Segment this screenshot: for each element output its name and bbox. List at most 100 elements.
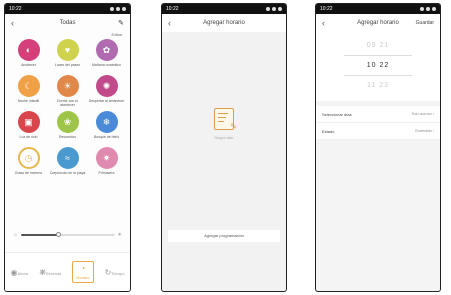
back-arrow-icon[interactable]: ‹ (322, 18, 325, 28)
back-arrow-icon[interactable]: ‹ (168, 18, 171, 28)
status-time: 10:22 (166, 6, 179, 12)
save-button[interactable]: Guardar (416, 20, 434, 26)
clock-icon: ◷ (17, 147, 40, 169)
scene-item[interactable]: ❀ Recuerdos (48, 111, 87, 143)
time-picker[interactable]: 09 21 10 22 11 23 (316, 32, 440, 101)
sunset-icon: ◐ (17, 39, 40, 61)
scene-item[interactable]: ▣ Luz de ocio (9, 111, 48, 143)
scene-item[interactable]: ✺ Despertar al amanecer (87, 75, 126, 107)
tab-content: ↻Tiempo (105, 268, 125, 277)
scene-label: Bosque de hielo (93, 135, 120, 139)
star-icon: ✷ (95, 147, 118, 169)
settings-label: Estado (322, 128, 335, 134)
flower-icon: ✿ (95, 39, 118, 61)
dawn-icon: ✺ (95, 75, 118, 97)
scene-item[interactable]: ◐ Anoitecer (9, 39, 48, 71)
timer-icon: ◔ (80, 264, 86, 273)
scene-label: Primavera (98, 171, 115, 175)
tab-label: Tiempo (111, 270, 125, 276)
page-title: Agregar horario (203, 20, 245, 26)
palette-icon: ❋ (39, 267, 46, 277)
scene-label: Dormir con el atardecer (57, 99, 78, 107)
moon-icon: ☾ (17, 75, 40, 97)
tab-horario[interactable]: ◔ Horario (72, 261, 94, 283)
edit-pencil-icon[interactable]: ✎ (118, 19, 124, 27)
scene-item[interactable]: ❄ Bosque de hielo (87, 111, 126, 143)
status-icons (266, 4, 282, 14)
settings-value: Encendido (415, 129, 432, 133)
snowflake-icon: ❄ (95, 111, 118, 133)
header: ‹ Todas ✎ (5, 14, 130, 32)
empty-document-icon: ✎ (214, 108, 237, 131)
tab-content: ❋Escenas (39, 268, 61, 277)
scene-item[interactable]: ✷ Primavera (87, 147, 126, 179)
phone-scenes-screen: 10:22 ‹ Todas ✎ Editar ◐ Anoitecer ♥ Luces … (4, 3, 131, 292)
scene-label: Luces del paseo (54, 63, 81, 67)
slider-track[interactable] (20, 232, 115, 237)
scene-label: Crepúsculo en la playa (49, 171, 86, 175)
phone-schedule-list: 10:22 ‹ Agregar horario ✎ Ningún dato Ag… (161, 3, 287, 292)
tab-content: ◔ Horario (72, 261, 94, 283)
slider-knob[interactable] (56, 232, 62, 237)
settings-row[interactable]: Seleccionar días Sólo una vez › (316, 106, 440, 123)
page-title: Todas (59, 20, 76, 26)
scene-label: Anoitecer (21, 63, 36, 67)
tab-tiempo[interactable]: ↻Tiempo (105, 268, 125, 277)
brightness-low-icon: ☼ (13, 232, 18, 238)
scene-label: Luz de ocio (19, 135, 38, 139)
brightness-slider[interactable]: ☼ ☀ (13, 231, 122, 239)
scene-item[interactable]: ✿ Mañana romántico (87, 39, 126, 71)
status-bar: 10:22 (5, 4, 130, 14)
scene-item[interactable]: ☾ Noche infantil (9, 75, 48, 107)
tab-label: Horario (76, 275, 90, 280)
phone-schedule-edit: 10:22 ‹ Agregar horario Guardar 09 21 10 … (315, 3, 441, 292)
bottom-tab-bar: ◉Ahora ❋Escenas ◔ Horario ↻Tiempo (5, 252, 130, 291)
leaf-icon: ❀ (56, 111, 79, 133)
header: ‹ Agregar horario Guardar (316, 14, 440, 32)
settings-value: Sólo una vez (411, 112, 432, 116)
scene-label: Mañana romántico (92, 63, 121, 67)
scene-item[interactable]: ◷ Gotas de invierno (9, 147, 48, 179)
back-arrow-icon[interactable]: ‹ (11, 18, 14, 28)
settings-row[interactable]: Estado Encendido › (316, 123, 440, 140)
time-picker-row[interactable]: 11 23 (316, 76, 440, 95)
status-time: 10:22 (9, 6, 22, 12)
sunrise-icon: ☀ (56, 75, 79, 97)
wave-icon: ≈ (56, 147, 79, 169)
brightness-high-icon: ☀ (117, 232, 122, 238)
time-picker-row[interactable]: 09 21 (316, 36, 440, 55)
tab-content: ◉Ahora (11, 268, 29, 277)
chevron-right-icon: › (431, 129, 434, 133)
settings-value-group: Sólo una vez › (412, 112, 434, 116)
time-picker-selected-row[interactable]: 10 22 (344, 55, 412, 76)
empty-state: ✎ Ningún dato (162, 108, 286, 140)
scene-item[interactable]: ≈ Crepúsculo en la playa (48, 147, 87, 179)
settings-list: Seleccionar días Sólo una vez › Estado Ence… (316, 106, 440, 140)
scene-label: Gotas de invierno (14, 171, 43, 175)
status-bar: 10:22 (162, 4, 286, 14)
tab-ahora[interactable]: ◉Ahora (11, 268, 29, 277)
empty-state-text: Ningún dato (214, 136, 234, 140)
bulb-icon: ◉ (10, 267, 18, 277)
settings-label: Seleccionar días (322, 111, 352, 117)
slider-fill (20, 234, 59, 236)
header: ‹ Agregar horario (162, 14, 286, 32)
tab-label: Escenas (45, 270, 62, 276)
chevron-right-icon: › (431, 112, 434, 116)
heart-icon: ♥ (56, 39, 79, 61)
scene-item[interactable]: ♥ Luces del paseo (48, 39, 87, 71)
gift-icon: ▣ (17, 111, 40, 133)
tab-escenas[interactable]: ❋Escenas (39, 268, 61, 277)
scene-label: Despertar al amanecer (88, 99, 125, 103)
tab-label: Ahora (17, 270, 29, 276)
add-schedule-button[interactable]: Agregar programación (168, 230, 280, 242)
settings-value-group: Encendido › (415, 129, 434, 133)
scene-label: Noche infantil (17, 99, 40, 103)
scene-grid: ◐ Anoitecer ♥ Luces del paseo ✿ Mañana románt… (5, 37, 130, 181)
status-icons (420, 4, 436, 14)
scene-label: Recuerdos (59, 135, 76, 139)
status-time: 10:22 (320, 6, 333, 12)
status-bar: 10:22 (316, 4, 440, 14)
status-icons (110, 4, 126, 14)
scene-item[interactable]: ☀ Dormir con el atardecer (48, 75, 87, 107)
